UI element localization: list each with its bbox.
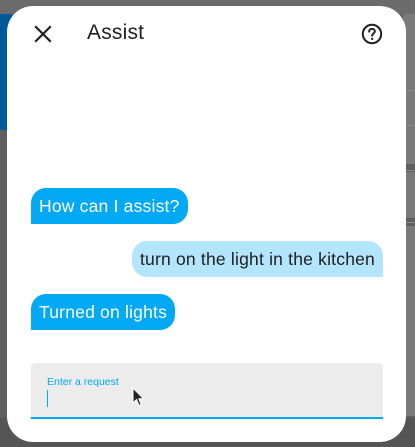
text-caret (47, 390, 48, 407)
mouse-pointer-icon (132, 387, 145, 407)
request-input[interactable] (47, 389, 367, 409)
user-message: turn on the light in the kitchen (131, 241, 383, 277)
dialog-title: Assist (87, 21, 145, 44)
help-button[interactable] (356, 18, 388, 50)
close-button[interactable] (27, 18, 59, 50)
assist-dialog: Assist How can I assist? turn on the lig… (7, 6, 406, 442)
assistant-message: Turned on lights (31, 294, 176, 330)
assistant-message: How can I assist? (31, 188, 188, 224)
close-icon (34, 25, 52, 43)
request-field[interactable]: Enter a request (31, 363, 383, 419)
help-circle-icon (361, 23, 383, 45)
dialog-header: Assist (7, 6, 406, 62)
request-field-label: Enter a request (47, 376, 119, 388)
